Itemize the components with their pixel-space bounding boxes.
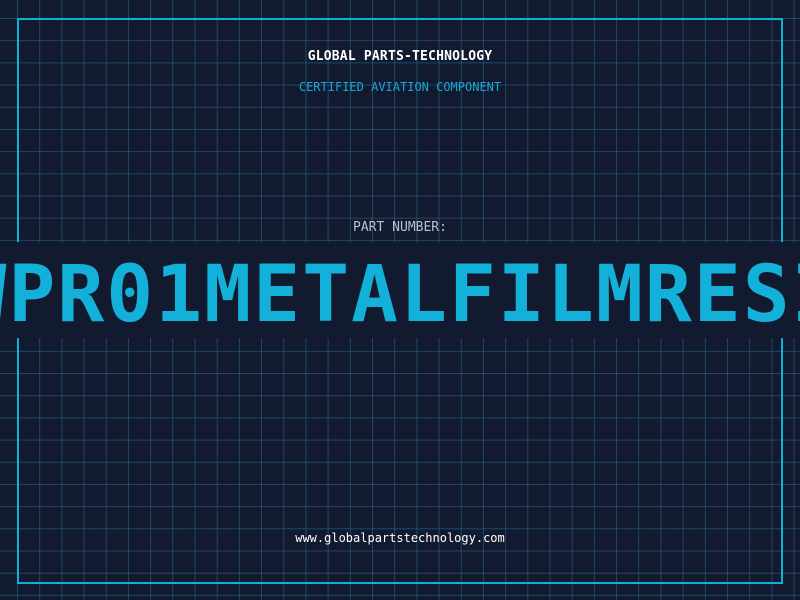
website-url: www.globalpartstechnology.com — [295, 531, 505, 545]
grid-background: GLOBAL PARTS-TECHNOLOGY CERTIFIED AVIATI… — [0, 0, 800, 600]
part-number-band: WPR01METALFILMRESI — [0, 242, 800, 338]
part-number-value: WPR01METALFILMRESI — [0, 250, 800, 338]
company-name: GLOBAL PARTS-TECHNOLOGY — [307, 49, 493, 64]
part-number-label: PART NUMBER: — [353, 220, 447, 235]
certification-subtitle: CERTIFIED AVIATION COMPONENT — [298, 80, 502, 94]
